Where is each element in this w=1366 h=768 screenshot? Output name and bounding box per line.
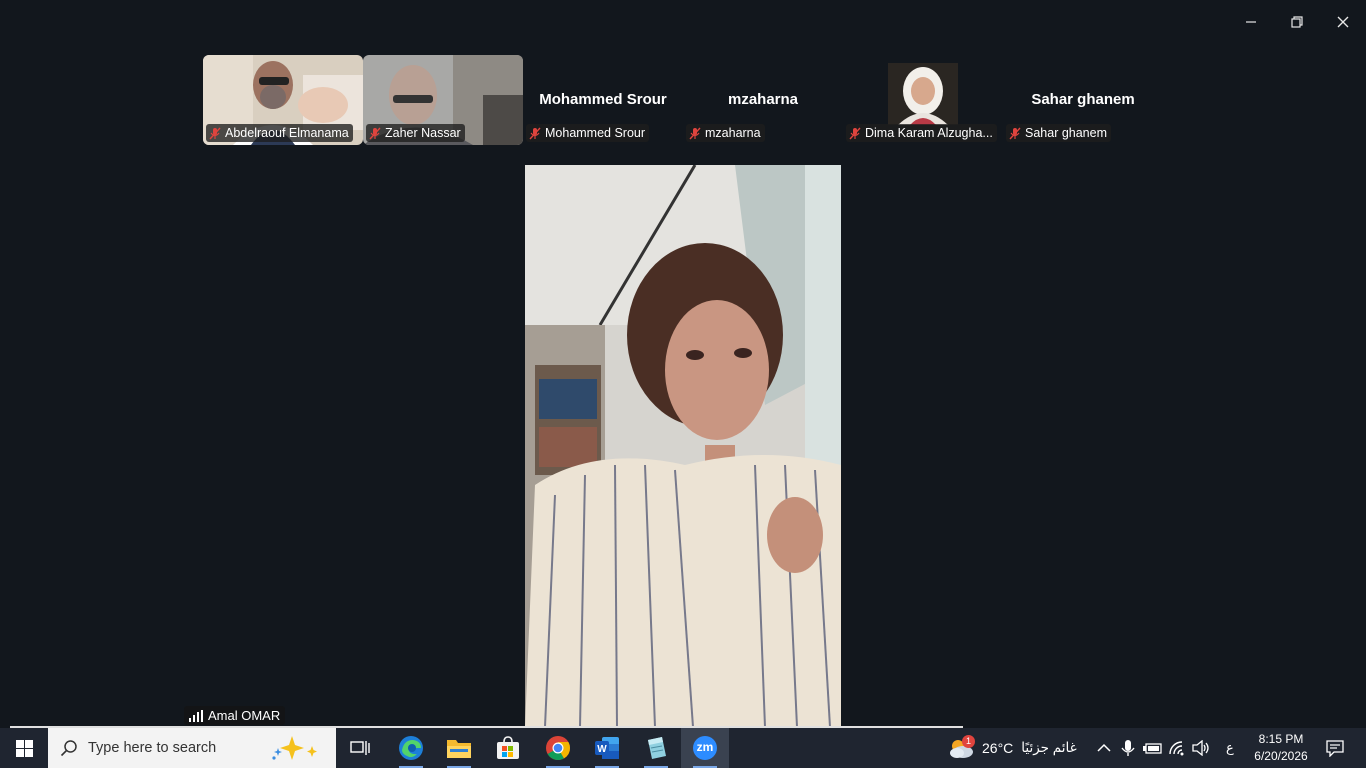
language-label: ع — [1226, 740, 1234, 755]
battery-tray-button[interactable] — [1143, 728, 1163, 768]
participant-tile[interactable]: Sahar ghanem Sahar ghanem — [1003, 55, 1163, 145]
word-icon: W — [595, 737, 619, 759]
svg-text:W: W — [597, 744, 607, 755]
volume-icon — [1192, 740, 1209, 756]
participant-name-label: Zaher Nassar — [366, 124, 465, 142]
participant-display-name: Sahar ghanem — [1031, 91, 1135, 108]
mic-muted-icon — [529, 127, 541, 139]
clock-date: 6/20/2026 — [1254, 749, 1308, 763]
weather-widget[interactable]: 1 26°C غائم جزئيًا — [948, 728, 1077, 768]
taskbar-word[interactable]: W — [583, 728, 631, 768]
participant-strip: Abdelraouf Elmanama Zaher Nassar Mohamme… — [203, 55, 1163, 145]
minimize-button[interactable] — [1228, 6, 1274, 38]
signal-bars-icon — [189, 709, 203, 722]
mic-muted-icon — [849, 127, 861, 139]
participant-display-name: Mohammed Srour — [539, 91, 667, 108]
active-speaker-name: Amal OMAR — [208, 708, 281, 723]
edge-icon — [399, 736, 423, 760]
participant-name-label: Mohammed Srour — [526, 124, 650, 142]
taskbar-chrome[interactable] — [534, 728, 582, 768]
participant-name: mzaharna — [705, 126, 761, 140]
document-app-icon — [648, 737, 666, 759]
taskbar-file-explorer[interactable] — [435, 728, 483, 768]
clock-time: 8:15 PM — [1258, 732, 1304, 746]
participant-tile[interactable]: mzaharna mzaharna — [683, 55, 843, 145]
temperature: 26°C — [982, 740, 1014, 756]
search-icon — [60, 740, 77, 757]
participant-name-label: Dima Karam Alzugha... — [846, 124, 997, 142]
participant-name: Mohammed Srour — [545, 126, 646, 140]
close-icon — [1337, 16, 1349, 28]
sparkle-icon[interactable] — [266, 734, 326, 762]
show-hidden-icons-button[interactable] — [1096, 728, 1112, 768]
participant-name-label: Abdelraouf Elmanama — [206, 124, 353, 142]
participant-name: Sahar ghanem — [1025, 126, 1108, 140]
taskbar-app[interactable] — [632, 728, 680, 768]
active-speaker-label: Amal OMAR — [184, 706, 286, 725]
taskbar-zoom[interactable]: zm — [681, 728, 729, 768]
zoom-icon-label: zm — [696, 740, 714, 754]
participant-name-label: Sahar ghanem — [1006, 124, 1112, 142]
microphone-icon — [1121, 740, 1135, 756]
participant-tile[interactable]: Zaher Nassar — [363, 55, 523, 145]
windows-logo-icon — [15, 739, 33, 757]
mic-muted-icon — [369, 127, 381, 139]
notification-icon — [1326, 740, 1344, 757]
speaker-video-frame — [525, 165, 841, 727]
mic-muted-icon — [209, 127, 221, 139]
microphone-tray-button[interactable] — [1121, 728, 1135, 768]
taskbar-search-box[interactable]: Type here to search — [48, 728, 336, 768]
participant-name: Abdelraouf Elmanama — [225, 126, 349, 140]
participant-tile[interactable]: Mohammed Srour Mohammed Srour — [523, 55, 683, 145]
participant-avatar — [888, 63, 958, 125]
taskbar-edge[interactable] — [387, 728, 435, 768]
participant-name-label: mzaharna — [686, 124, 765, 142]
input-language-indicator[interactable]: ع — [1226, 728, 1234, 768]
task-view-icon — [350, 741, 370, 755]
zoom-meeting-window: Abdelraouf Elmanama Zaher Nassar Mohamme… — [0, 0, 1366, 768]
restore-icon — [1291, 16, 1303, 28]
chrome-icon — [546, 736, 570, 761]
taskbar-microsoft-store[interactable] — [484, 728, 532, 768]
participant-display-name: mzaharna — [727, 91, 799, 108]
minimize-icon — [1246, 21, 1256, 23]
store-icon — [497, 736, 519, 759]
battery-icon — [1143, 743, 1162, 754]
folder-icon — [447, 740, 471, 758]
close-button[interactable] — [1320, 6, 1366, 38]
volume-tray-button[interactable] — [1192, 728, 1210, 768]
participant-tile[interactable]: Dima Karam Alzugha... — [843, 55, 1003, 145]
taskbar-clock[interactable]: 8:15 PM 6/20/2026 — [1246, 731, 1316, 765]
network-tray-button[interactable] — [1168, 728, 1188, 768]
weather-badge: 1 — [962, 735, 975, 748]
mic-muted-icon — [689, 127, 701, 139]
participant-name: Zaher Nassar — [385, 126, 461, 140]
chevron-up-icon — [1097, 743, 1111, 752]
windows-taskbar: Type here to search W zm 1 26°C غائم جزئ… — [0, 728, 1366, 768]
participant-tile[interactable]: Abdelraouf Elmanama — [203, 55, 363, 145]
participant-name: Dima Karam Alzugha... — [865, 126, 993, 140]
start-button[interactable] — [0, 728, 48, 768]
notification-center-button[interactable] — [1318, 728, 1352, 768]
wifi-icon — [1169, 741, 1184, 756]
weather-condition: غائم جزئيًا — [1021, 740, 1077, 755]
task-view-button[interactable] — [336, 728, 384, 768]
restore-button[interactable] — [1274, 6, 1320, 38]
active-speaker-video[interactable] — [525, 165, 841, 727]
search-placeholder: Type here to search — [88, 740, 217, 756]
mic-muted-icon — [1009, 127, 1021, 139]
